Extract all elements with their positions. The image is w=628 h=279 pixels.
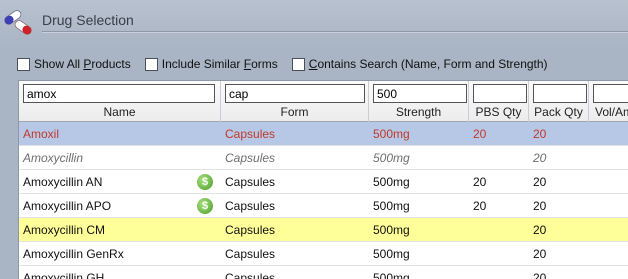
cell-pack-qty: 20 <box>533 199 547 213</box>
cell-pack-qty: 20 <box>533 175 547 189</box>
include-similar-forms-checkbox[interactable]: Include Similar Forms <box>144 56 278 72</box>
cell-pack-qty: 20 <box>533 223 547 237</box>
pbs-qty-filter-input[interactable] <box>473 84 527 103</box>
column-vol[interactable]: Vol/Am <box>589 81 628 122</box>
cell-form: Capsules <box>225 127 276 141</box>
table-row[interactable]: Amoxycillin GH Capsules 500mg 20 <box>19 266 628 279</box>
window-title: Drug Selection <box>42 12 134 28</box>
strength-filter-input[interactable] <box>373 84 467 103</box>
cell-strength: 500mg <box>373 247 410 261</box>
cell-pbs-qty <box>469 146 529 170</box>
show-all-products-label: Show All Products <box>34 57 131 71</box>
column-form-label: Form <box>280 105 309 119</box>
column-name-label: Name <box>103 105 136 119</box>
column-name[interactable]: Name <box>19 81 221 122</box>
pbs-dollar-icon: $ <box>197 174 213 190</box>
drug-grid: Name Form Strength PBS Qty Pack Qty Vol/… <box>18 80 628 279</box>
cell-name: Amoxycillin GH <box>23 271 105 279</box>
cell-form: Capsules <box>225 199 276 213</box>
table-row[interactable]: Amoxycillin CM Capsules 500mg 20 <box>19 218 628 242</box>
cell-form: Capsules <box>225 175 276 189</box>
column-pbs-qty-label: PBS Qty <box>475 105 522 119</box>
pbs-dollar-icon: $ <box>197 198 213 214</box>
cell-pbs-qty: 20 <box>473 199 487 213</box>
checkbox-box[interactable] <box>291 57 305 71</box>
cell-name: Amoxycillin GenRx <box>23 247 124 261</box>
cell-strength: 500mg <box>373 223 410 237</box>
cell-pbs-qty: 20 <box>473 127 487 141</box>
cell-name: Amoxycillin CM <box>23 223 106 237</box>
table-row[interactable]: Amoxycillin Capsules 500mg 20 <box>19 146 628 170</box>
include-similar-forms-label: Include Similar Forms <box>161 57 278 71</box>
cell-form: Capsules <box>225 271 276 279</box>
table-row[interactable]: Amoxycillin GenRx Capsules 500mg 20 <box>19 242 628 266</box>
cell-strength: 500mg <box>373 199 410 213</box>
cell-form: Capsules <box>225 247 276 261</box>
title-divider-highlight <box>42 32 628 33</box>
column-form[interactable]: Form <box>221 81 369 122</box>
title-bar: Drug Selection <box>0 0 628 50</box>
contains-search-label: Contains Search (Name, Form and Strength… <box>308 57 548 71</box>
pack-qty-filter-input[interactable] <box>533 84 587 103</box>
name-filter-input[interactable] <box>23 84 215 103</box>
cell-pbs-qty <box>469 218 529 242</box>
cell-pack-qty: 20 <box>533 271 547 279</box>
table-row[interactable]: Amoxil Capsules 500mg 20 20 <box>19 122 628 146</box>
column-pbs-qty[interactable]: PBS Qty <box>469 81 529 122</box>
cell-strength: 500mg <box>373 127 410 141</box>
cell-name: Amoxycillin APO <box>23 199 112 213</box>
grid-header: Name Form Strength PBS Qty Pack Qty Vol/… <box>19 81 628 122</box>
vol-filter-input[interactable] <box>593 84 628 103</box>
column-strength[interactable]: Strength <box>369 81 469 122</box>
cell-strength: 500mg <box>373 271 410 279</box>
table-row[interactable]: Amoxycillin AN Capsules 500mg 20 20 $ <box>19 170 628 194</box>
cell-name: Amoxil <box>23 127 60 141</box>
cell-pbs-qty: 20 <box>473 175 487 189</box>
capsules-icon <box>4 10 32 35</box>
column-vol-label: Vol/Am <box>595 105 628 119</box>
cell-form: Capsules <box>225 223 276 237</box>
search-options: Show All Products Include Similar Forms … <box>17 56 562 72</box>
cell-pbs-qty <box>469 242 529 266</box>
cell-strength: 500mg <box>373 175 410 189</box>
cell-strength: 500mg <box>373 151 410 165</box>
checkbox-box[interactable] <box>17 57 30 71</box>
column-pack-qty-label: Pack Qty <box>534 105 583 119</box>
column-strength-label: Strength <box>395 105 442 119</box>
cell-pack-qty: 20 <box>533 151 547 165</box>
cell-pbs-qty <box>469 266 529 279</box>
column-pack-qty[interactable]: Pack Qty <box>529 81 589 122</box>
cell-name: Amoxycillin AN <box>23 175 103 189</box>
checkbox-box[interactable] <box>144 57 158 71</box>
cell-name: Amoxycillin <box>23 151 84 165</box>
cell-pack-qty: 20 <box>533 127 547 141</box>
contains-search-checkbox[interactable]: Contains Search (Name, Form and Strength… <box>291 56 548 72</box>
show-all-products-checkbox[interactable]: Show All Products <box>17 56 131 72</box>
form-filter-input[interactable] <box>225 84 365 103</box>
table-row[interactable]: Amoxycillin APO Capsules 500mg 20 20 $ <box>19 194 628 218</box>
cell-form: Capsules <box>225 151 276 165</box>
cell-pack-qty: 20 <box>533 247 547 261</box>
